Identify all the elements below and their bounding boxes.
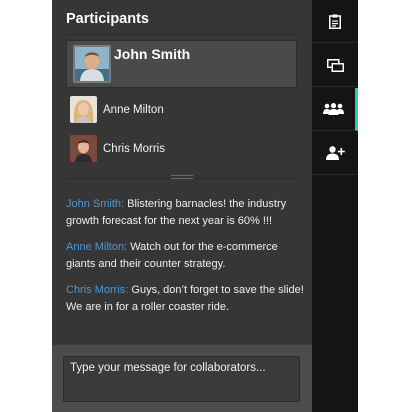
add-user-icon (325, 146, 345, 160)
screens-icon (326, 58, 344, 72)
chat-message: Chris Morris: Guys, don’t forget to save… (66, 282, 304, 316)
participant-name: Anne Milton (103, 104, 164, 116)
participants-icon (323, 103, 344, 115)
message-author[interactable]: Anne Milton: (66, 241, 127, 253)
user-photo-icon (73, 45, 111, 83)
panel-title: Participants (66, 11, 149, 27)
screens-button[interactable] (312, 44, 358, 87)
message-author[interactable]: Chris Morris: (66, 284, 128, 296)
participant-name: Chris Morris (103, 143, 165, 155)
resize-handle[interactable] (52, 166, 312, 186)
participants-panel: Participants John Smith Anne Milton Chri… (52, 0, 312, 412)
header-divider (66, 34, 298, 35)
grip-icon (171, 175, 193, 181)
clipboard-button[interactable] (312, 0, 358, 43)
user-photo-icon (70, 96, 97, 123)
clipboard-icon (329, 14, 341, 29)
user-photo-icon (70, 135, 97, 162)
current-user-card[interactable]: John Smith (66, 40, 297, 88)
message-composer (52, 344, 312, 412)
participant-item[interactable]: Anne Milton (66, 96, 298, 128)
current-user-name: John Smith (114, 46, 191, 62)
message-author[interactable]: John Smith: (66, 198, 124, 210)
chat-message: John Smith: Blistering barnacles! the in… (66, 196, 304, 230)
message-input[interactable] (63, 356, 300, 402)
participant-item[interactable]: Chris Morris (66, 135, 298, 167)
chat-messages: John Smith: Blistering barnacles! the in… (66, 196, 304, 325)
add-user-button[interactable] (312, 132, 358, 175)
chat-message: Anne Milton: Watch out for the e-commerc… (66, 239, 304, 273)
participants-button[interactable] (312, 88, 358, 131)
side-toolbar (312, 0, 358, 412)
